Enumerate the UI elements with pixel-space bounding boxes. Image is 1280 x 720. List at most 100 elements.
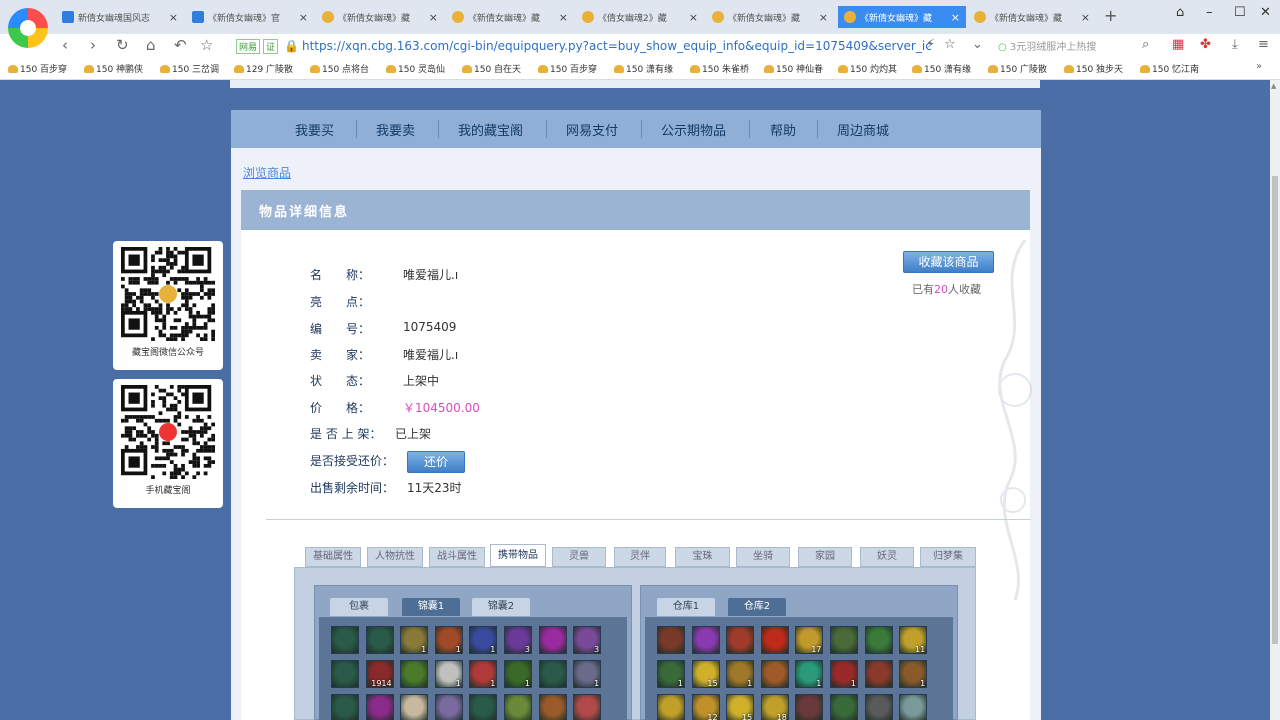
- browser-tab[interactable]: 《新倩女幽魂》藏 ×: [968, 6, 1096, 28]
- right_pack-item-slot[interactable]: 1: [726, 660, 755, 688]
- left_pack-item-slot[interactable]: 1914: [365, 660, 394, 688]
- left_pack-item-slot[interactable]: 1: [504, 660, 532, 688]
- right_pack-item-slot[interactable]: 18: [760, 694, 789, 720]
- bookmark-item[interactable]: 150 百步穿: [8, 62, 67, 75]
- right_pack-item-slot[interactable]: 11: [899, 626, 928, 654]
- left-pack-tab[interactable]: 锦囊2: [472, 598, 530, 616]
- bookmark-item[interactable]: 150 灵岛仙: [386, 62, 445, 75]
- right_pack-item-slot[interactable]: [657, 694, 685, 720]
- lightning-icon[interactable]: ⚡: [926, 37, 935, 52]
- close-window-icon[interactable]: ✕: [1260, 5, 1271, 20]
- left_pack-item-slot[interactable]: 3: [504, 626, 532, 654]
- info-tab[interactable]: 归梦集: [920, 547, 976, 567]
- favorite-button[interactable]: 收藏该商品: [903, 251, 994, 273]
- right_pack-item-slot[interactable]: 12: [691, 694, 720, 720]
- reload-icon[interactable]: ↻: [116, 36, 129, 54]
- right_pack-item-slot[interactable]: [760, 626, 789, 654]
- right_pack-item-slot[interactable]: [657, 626, 685, 654]
- right_pack-item-slot[interactable]: 1: [899, 660, 928, 688]
- bookmark-item[interactable]: 150 广陵散: [988, 62, 1047, 75]
- tab-close-icon[interactable]: ×: [689, 11, 698, 24]
- game-icon[interactable]: ✤: [1200, 37, 1211, 52]
- bookmark-item[interactable]: 150 百步穿: [538, 62, 597, 75]
- right_pack-item-slot[interactable]: 15: [691, 660, 720, 688]
- browser-tab[interactable]: 《新倩女幽魂》藏 ×: [706, 6, 834, 28]
- tab-close-icon[interactable]: ×: [429, 11, 438, 24]
- left_pack-item-slot[interactable]: [365, 626, 394, 654]
- right_pack-item-slot[interactable]: [864, 626, 893, 654]
- scroll-up-icon[interactable]: ▲: [1271, 82, 1276, 90]
- info-tab[interactable]: 宝珠: [675, 547, 730, 567]
- bookmark-star-icon[interactable]: ☆: [944, 37, 956, 52]
- minimize-icon[interactable]: –: [1206, 5, 1213, 20]
- left_pack-item-slot[interactable]: [400, 694, 429, 720]
- undo-icon[interactable]: ↶: [174, 36, 187, 54]
- info-tab[interactable]: 基础属性: [305, 547, 361, 567]
- menu-icon[interactable]: ≡: [1258, 37, 1269, 52]
- right_pack-item-slot[interactable]: 1: [657, 660, 685, 688]
- right_pack-item-slot[interactable]: [691, 626, 720, 654]
- bookmark-item[interactable]: 150 神仙眷: [764, 62, 823, 75]
- right_pack-item-slot[interactable]: [899, 694, 928, 720]
- left_pack-item-slot[interactable]: [400, 660, 429, 688]
- bookmark-item[interactable]: 150 独步天: [1064, 62, 1123, 75]
- bookmark-item[interactable]: 129 广陵散: [234, 62, 293, 75]
- left_pack-item-slot[interactable]: 1: [469, 660, 498, 688]
- download-icon[interactable]: ⤓: [1232, 37, 1238, 52]
- tab-close-icon[interactable]: ×: [299, 11, 308, 24]
- left_pack-item-slot[interactable]: [504, 694, 532, 720]
- left_pack-item-slot[interactable]: [573, 694, 602, 720]
- right_pack-item-slot[interactable]: 1: [795, 660, 824, 688]
- nav-public-items[interactable]: 公示期物品: [661, 120, 726, 139]
- browser-tab[interactable]: 《倩女幽魂2》藏 ×: [576, 6, 704, 28]
- nav-help[interactable]: 帮助: [770, 120, 796, 139]
- browser-tab[interactable]: 《新倩女幽魂》官 ×: [186, 6, 314, 28]
- info-tab[interactable]: 灵伴: [614, 547, 666, 567]
- breadcrumb-browse[interactable]: 浏览商品: [243, 164, 291, 181]
- nav-netease-pay[interactable]: 网易支付: [566, 120, 618, 139]
- left_pack-item-slot[interactable]: [538, 694, 567, 720]
- skin-icon[interactable]: ⌂: [1176, 5, 1184, 20]
- right_pack-item-slot[interactable]: 17: [795, 626, 824, 654]
- bookmark-item[interactable]: 150 潇有缘: [912, 62, 971, 75]
- left-pack-tab[interactable]: 锦囊1: [402, 598, 460, 616]
- browser-logo-icon[interactable]: [8, 8, 48, 48]
- nav-buy[interactable]: 我要买: [295, 120, 334, 139]
- apps-icon[interactable]: ▦: [1172, 37, 1184, 52]
- info-tab[interactable]: 灵兽: [552, 547, 606, 567]
- left_pack-item-slot[interactable]: [331, 626, 359, 654]
- left-pack-tab[interactable]: 包裹: [330, 598, 388, 616]
- left_pack-item-slot[interactable]: [331, 660, 359, 688]
- nav-my-vault[interactable]: 我的藏宝阁: [458, 120, 523, 139]
- left_pack-item-slot[interactable]: 1: [400, 626, 429, 654]
- new-tab-button[interactable]: +: [1104, 6, 1117, 25]
- search-icon[interactable]: ⌕: [1142, 37, 1149, 52]
- right_pack-item-slot[interactable]: [726, 626, 755, 654]
- tab-close-icon[interactable]: ×: [169, 11, 178, 24]
- star-icon[interactable]: ☆: [200, 36, 213, 54]
- nav-sell[interactable]: 我要卖: [376, 120, 415, 139]
- tab-close-icon[interactable]: ×: [951, 11, 960, 24]
- back-icon[interactable]: ‹: [62, 36, 68, 54]
- left_pack-item-slot[interactable]: [538, 660, 567, 688]
- left_pack-item-slot[interactable]: 3: [573, 626, 602, 654]
- info-tab[interactable]: 人物抗性: [367, 547, 423, 567]
- bookmark-item[interactable]: 150 灼灼其: [838, 62, 897, 75]
- dropdown-icon[interactable]: ⌄: [972, 37, 983, 52]
- bookmark-item[interactable]: 150 自在天: [462, 62, 521, 75]
- info-tab[interactable]: 妖灵: [860, 547, 914, 567]
- forward-icon[interactable]: ›: [90, 36, 96, 54]
- browser-tab[interactable]: 新倩女幽魂国风志 ×: [56, 6, 184, 28]
- browser-tab[interactable]: 《新倩女幽魂》藏 ×: [316, 6, 444, 28]
- info-tab[interactable]: 战斗属性: [429, 547, 485, 567]
- home-icon[interactable]: ⌂: [146, 36, 156, 54]
- bookmark-item[interactable]: 150 神鹏侠: [84, 62, 143, 75]
- left_pack-item-slot[interactable]: [469, 694, 498, 720]
- tab-close-icon[interactable]: ×: [559, 11, 568, 24]
- right_pack-item-slot[interactable]: [760, 660, 789, 688]
- bookmarks-more-icon[interactable]: »: [1256, 61, 1262, 72]
- left_pack-item-slot[interactable]: 1: [469, 626, 498, 654]
- browser-tab[interactable]: 《新倩女幽魂》藏 ×: [838, 6, 966, 28]
- right_pack-item-slot[interactable]: [830, 626, 858, 654]
- bookmark-item[interactable]: 150 点将台: [310, 62, 369, 75]
